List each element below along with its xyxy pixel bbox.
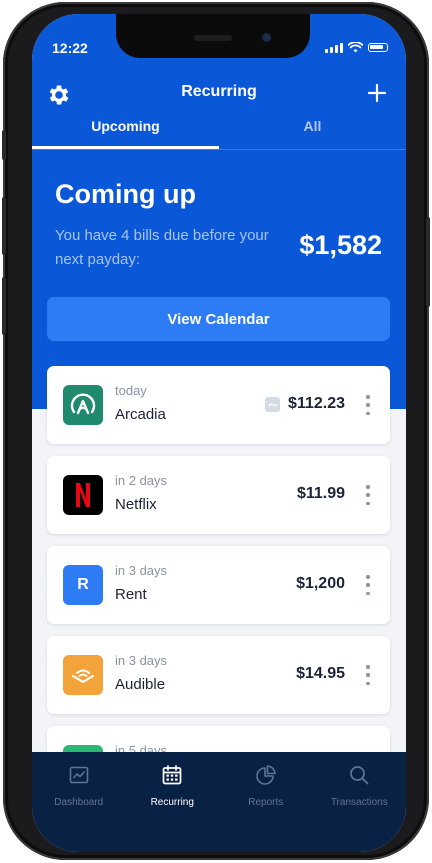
page-title: Recurring (181, 83, 257, 100)
rent-letter-icon: R (63, 565, 103, 605)
tab-all[interactable]: All (219, 118, 406, 134)
volume-up-button (2, 197, 6, 255)
bill-due: in 3 days (115, 563, 168, 578)
pie-chart-icon (255, 765, 276, 785)
bill-amount: $1,200 (296, 575, 345, 592)
header-background (32, 14, 406, 409)
bill-name: Arcadia (115, 406, 166, 423)
search-icon (350, 766, 369, 785)
bottom-navigation: Dashboard Recurring Reports Transactions (32, 752, 406, 852)
bill-name: Netflix (115, 496, 157, 513)
summary-description: You have 4 bills due before your next pa… (55, 227, 269, 268)
volume-down-button (2, 277, 6, 335)
nav-label: Reports (248, 797, 284, 808)
netflix-logo-icon (63, 475, 103, 515)
nav-recurring[interactable]: Recurring (126, 764, 220, 808)
bill-card-rent[interactable]: R in 3 days Rent $1,200 (47, 546, 390, 624)
wifi-icon (348, 42, 363, 53)
tab-upcoming[interactable]: Upcoming (32, 118, 219, 134)
bill-card-arcadia[interactable]: today Arcadia $112.23 (47, 366, 390, 444)
bill-card-audible[interactable]: in 3 days Audible $14.95 (47, 636, 390, 714)
tab-bar: Upcoming All (32, 118, 406, 152)
bill-card-netflix[interactable]: in 2 days Netflix $11.99 (47, 456, 390, 534)
more-options-icon[interactable] (365, 665, 371, 685)
nav-label: Recurring (150, 797, 194, 808)
bill-due: in 2 days (115, 473, 168, 488)
bill-amount: $11.99 (296, 485, 345, 502)
notch (116, 14, 310, 58)
speaker (194, 35, 232, 41)
more-options-icon[interactable] (365, 485, 371, 505)
arcadia-logo-icon (63, 385, 103, 425)
bill-amount: $112.23 (288, 395, 345, 412)
more-options-icon[interactable] (365, 395, 371, 415)
mute-switch (2, 130, 6, 160)
battery-icon (368, 43, 388, 52)
tab-active-indicator (32, 146, 219, 149)
nav-dashboard[interactable]: Dashboard (32, 764, 126, 808)
summary-heading: Coming up (55, 179, 196, 209)
view-calendar-button[interactable]: View Calendar (47, 297, 390, 341)
signal-icon (325, 42, 343, 53)
add-icon[interactable] (366, 82, 388, 104)
bill-name: Audible (115, 676, 166, 693)
tab-divider (32, 149, 406, 150)
nav-label: Dashboard (54, 797, 104, 808)
bill-name: Rent (115, 586, 147, 603)
variable-amount-icon (265, 397, 280, 412)
nav-reports[interactable]: Reports (219, 764, 313, 808)
bill-amount: $14.95 (296, 665, 345, 682)
nav-transactions[interactable]: Transactions (313, 764, 407, 808)
chart-icon (69, 766, 89, 784)
phone-frame: 12:22 Recurring Upcoming All Coming up Y… (2, 2, 430, 860)
nav-label: Transactions (330, 797, 388, 808)
more-options-icon[interactable] (365, 575, 371, 595)
bill-due: in 3 days (115, 653, 168, 668)
rent-letter: R (77, 576, 89, 593)
app-screen: 12:22 Recurring Upcoming All Coming up Y… (32, 14, 406, 852)
power-button (426, 217, 430, 307)
summary-total: $1,582 (299, 230, 382, 260)
camera (262, 33, 271, 42)
audible-logo-icon (63, 655, 103, 695)
status-time: 12:22 (52, 40, 88, 56)
bill-due: today (115, 383, 147, 398)
status-icons (325, 42, 388, 53)
calendar-icon (162, 765, 182, 785)
